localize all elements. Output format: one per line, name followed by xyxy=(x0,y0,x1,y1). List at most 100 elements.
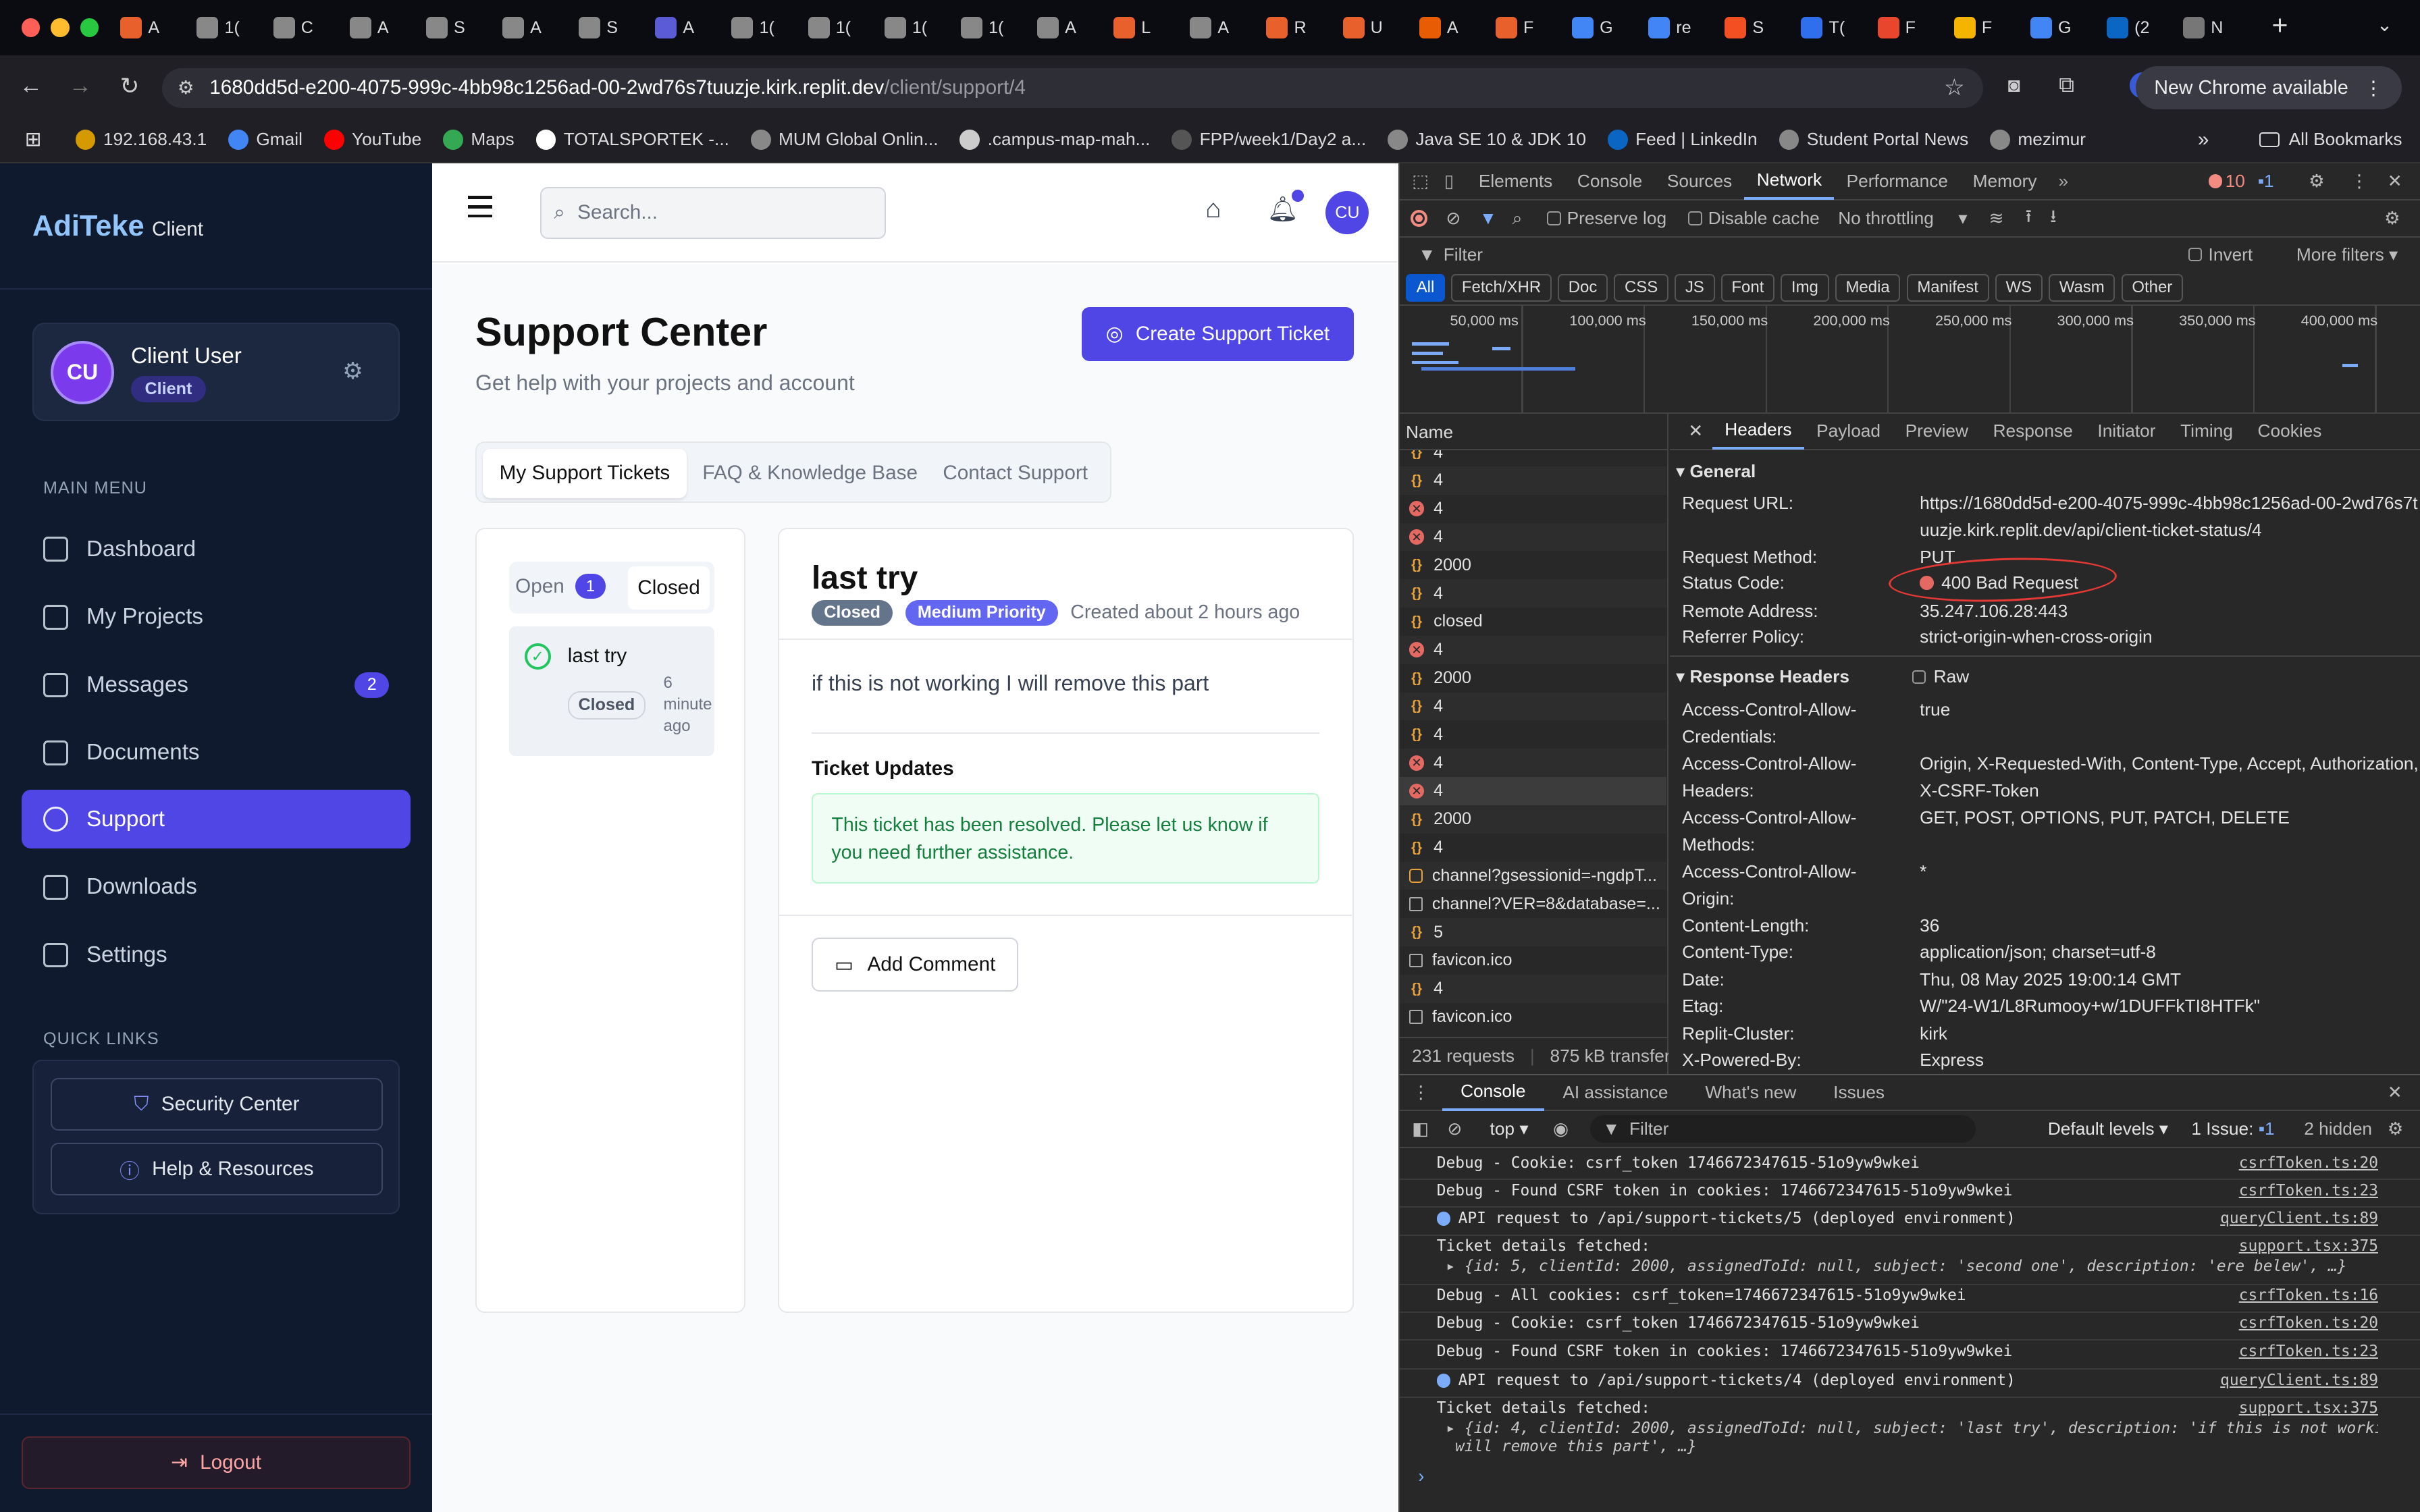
new-tab-button[interactable]: + xyxy=(2272,9,2288,41)
bookmark-item[interactable]: Feed | LinkedIn xyxy=(1607,129,1758,150)
browser-tab[interactable]: 1( xyxy=(884,12,927,43)
browser-tab[interactable]: F xyxy=(1495,12,1533,43)
search-network-icon[interactable]: ⌕ xyxy=(1512,208,1523,230)
home-icon[interactable]: ⌂ xyxy=(1205,194,1221,224)
create-support-ticket-button[interactable]: ◎ Create Support Ticket xyxy=(1082,306,1354,361)
new-chrome-available-button[interactable]: New Chrome available ⋮ xyxy=(2135,66,2402,110)
request-row[interactable]: {} 4 xyxy=(1400,720,1666,749)
log-levels-select[interactable]: Default levels ▾ xyxy=(2048,1118,2168,1139)
site-info-icon[interactable]: ⚙ xyxy=(178,77,194,99)
type-filter-chip[interactable]: CSS xyxy=(1614,273,1668,302)
browser-tab[interactable]: A xyxy=(655,12,694,43)
browser-tab[interactable]: 1( xyxy=(808,12,851,43)
browser-tab[interactable]: G xyxy=(2030,12,2072,43)
throttling-select[interactable]: No throttling ▾ xyxy=(1838,208,1967,229)
details-tab-headers[interactable]: Headers xyxy=(1712,414,1804,450)
bookmark-star-icon[interactable]: ☆ xyxy=(1944,74,1965,101)
request-row[interactable]: channel?gsessionid=-ngdpT... xyxy=(1399,861,1667,890)
request-row[interactable]: {} 4 xyxy=(1399,974,1667,1003)
back-button[interactable]: ← xyxy=(9,65,53,108)
drawer-tab-what-s-new[interactable]: What's new xyxy=(1687,1074,1815,1111)
help-resources-link[interactable]: ⓘ Help & Resources xyxy=(51,1143,383,1196)
browser-tab[interactable]: A xyxy=(120,12,159,43)
live-expression-eye-icon[interactable]: ◉ xyxy=(1553,1118,1569,1139)
sidebar-item-dashboard[interactable]: Dashboard xyxy=(22,520,411,578)
issues-button[interactable]: 1 Issue: ▪1 xyxy=(2191,1118,2274,1139)
more-bookmarks-icon[interactable]: » xyxy=(2198,128,2209,151)
type-filter-chip[interactable]: Other xyxy=(2121,273,2184,302)
type-filter-chip[interactable]: WS xyxy=(1995,273,2043,302)
request-row[interactable]: ✕ 4 xyxy=(1400,495,1666,523)
response-headers-toggle[interactable]: ▾ Response Headers xyxy=(1676,666,1849,687)
bookmark-item[interactable]: TOTALSPORTEK -... xyxy=(535,129,729,150)
user-settings-gear-icon[interactable]: ⚙ xyxy=(342,358,363,385)
extensions-icon[interactable]: ⧉ xyxy=(2059,72,2074,98)
context-select[interactable]: top ▾ xyxy=(1490,1118,1529,1139)
filter-open[interactable]: Open 1 xyxy=(515,573,606,599)
browser-tab[interactable]: C xyxy=(273,12,313,43)
error-counter[interactable]: 10 xyxy=(2208,171,2245,192)
request-row[interactable]: ✕ 4 xyxy=(1399,635,1667,664)
details-tab-payload[interactable]: Payload xyxy=(1804,414,1893,450)
filter-funnel-icon[interactable]: ▼ xyxy=(1479,208,1497,229)
console-source-link[interactable]: csrfToken.ts:16 xyxy=(2239,1287,2378,1304)
browser-tab[interactable]: T( xyxy=(1801,12,1845,43)
browser-tab[interactable]: (2 xyxy=(2106,12,2149,43)
browser-tab[interactable]: 1( xyxy=(196,12,240,43)
console-source-link[interactable]: csrfToken.ts:23 xyxy=(2239,1182,2378,1199)
more-filters-button[interactable]: More filters ▾ xyxy=(2296,244,2398,265)
close-window-button[interactable] xyxy=(21,18,41,37)
console-source-link[interactable]: queryClient.ts:89 xyxy=(2220,1210,2378,1227)
header-avatar[interactable]: CU xyxy=(1325,191,1369,235)
console-message[interactable]: ▸ {id: 5, clientId: 2000, assignedToId: … xyxy=(1446,1258,2378,1275)
devtools-tab-performance[interactable]: Performance xyxy=(1834,163,1960,200)
devtools-close-icon[interactable]: ✕ xyxy=(2388,171,2402,192)
sidebar-item-settings[interactable]: Settings xyxy=(22,925,411,984)
sidebar-item-messages[interactable]: Messages 2 xyxy=(22,655,411,714)
bookmark-item[interactable]: Maps xyxy=(443,129,515,150)
bookmark-item[interactable]: MUM Global Onlin... xyxy=(750,129,939,150)
browser-tab[interactable]: U xyxy=(1342,12,1383,43)
type-filter-chip[interactable]: Manifest xyxy=(1906,273,1989,302)
close-details-icon[interactable]: ✕ xyxy=(1688,421,1703,441)
info-counter[interactable]: ▪1 xyxy=(2258,171,2274,192)
disable-cache-checkbox[interactable]: Disable cache xyxy=(1688,208,1820,229)
drawer-close-icon[interactable]: ✕ xyxy=(2388,1082,2402,1103)
console-prompt[interactable]: › xyxy=(1418,1465,1424,1487)
details-tab-cookies[interactable]: Cookies xyxy=(2245,414,2334,450)
request-row[interactable]: ✕ 4 xyxy=(1399,777,1667,805)
request-row[interactable]: favicon.ico xyxy=(1400,1003,1666,1031)
browser-tab[interactable]: 1( xyxy=(731,12,774,43)
tab-faq[interactable]: FAQ & Knowledge Base xyxy=(702,449,918,498)
browser-tab[interactable]: S xyxy=(1725,12,1764,43)
clear-icon[interactable]: ⊘ xyxy=(1446,208,1461,229)
device-toolbar-icon[interactable]: ▯ xyxy=(1444,171,1454,192)
filter-closed[interactable]: Closed xyxy=(627,566,710,610)
request-row[interactable]: {} 5 xyxy=(1399,918,1667,947)
bookmark-item[interactable]: mezimur xyxy=(1990,129,2086,150)
devtools-tab-sources[interactable]: Sources xyxy=(1655,163,1745,200)
preserve-log-checkbox[interactable]: Preserve log xyxy=(1546,208,1666,229)
console-message[interactable]: ▸ {id: 4, clientId: 2000, assignedToId: … xyxy=(1446,1420,2378,1437)
import-har-icon[interactable]: ⭱ xyxy=(2026,203,2032,234)
browser-tab[interactable]: A xyxy=(1419,12,1458,43)
browser-tab[interactable]: L xyxy=(1113,12,1151,43)
bookmark-item[interactable]: Gmail xyxy=(228,129,302,150)
details-tab-response[interactable]: Response xyxy=(1980,414,2085,450)
bookmark-item[interactable]: Java SE 10 & JDK 10 xyxy=(1388,129,1586,150)
address-bar[interactable]: ⚙ 1680dd5d-e200-4075-999c-4bb98c1256ad-0… xyxy=(161,68,1984,108)
tab-my-support-tickets[interactable]: My Support Tickets xyxy=(483,448,687,498)
request-row[interactable]: {} closed xyxy=(1400,608,1666,636)
request-row[interactable]: {} 4 xyxy=(1399,466,1667,495)
tab-contact-support[interactable]: Contact Support xyxy=(930,449,1100,498)
search-input[interactable]: ⌕ Search... xyxy=(540,186,886,240)
clear-console-icon[interactable]: ⊘ xyxy=(1447,1118,1462,1139)
console-source-link[interactable]: csrfToken.ts:20 xyxy=(2239,1314,2378,1332)
details-tab-preview[interactable]: Preview xyxy=(1893,414,1980,450)
add-comment-button[interactable]: ▭ Add Comment xyxy=(811,938,1019,992)
console-message[interactable]: will remove this part', …} xyxy=(1455,1438,2378,1455)
invert-checkbox[interactable]: Invert xyxy=(2188,244,2253,265)
browser-tab[interactable]: 1( xyxy=(960,12,1003,43)
console-settings-icon[interactable]: ⚙ xyxy=(2388,1118,2404,1139)
browser-tab[interactable]: N xyxy=(2183,12,2223,43)
